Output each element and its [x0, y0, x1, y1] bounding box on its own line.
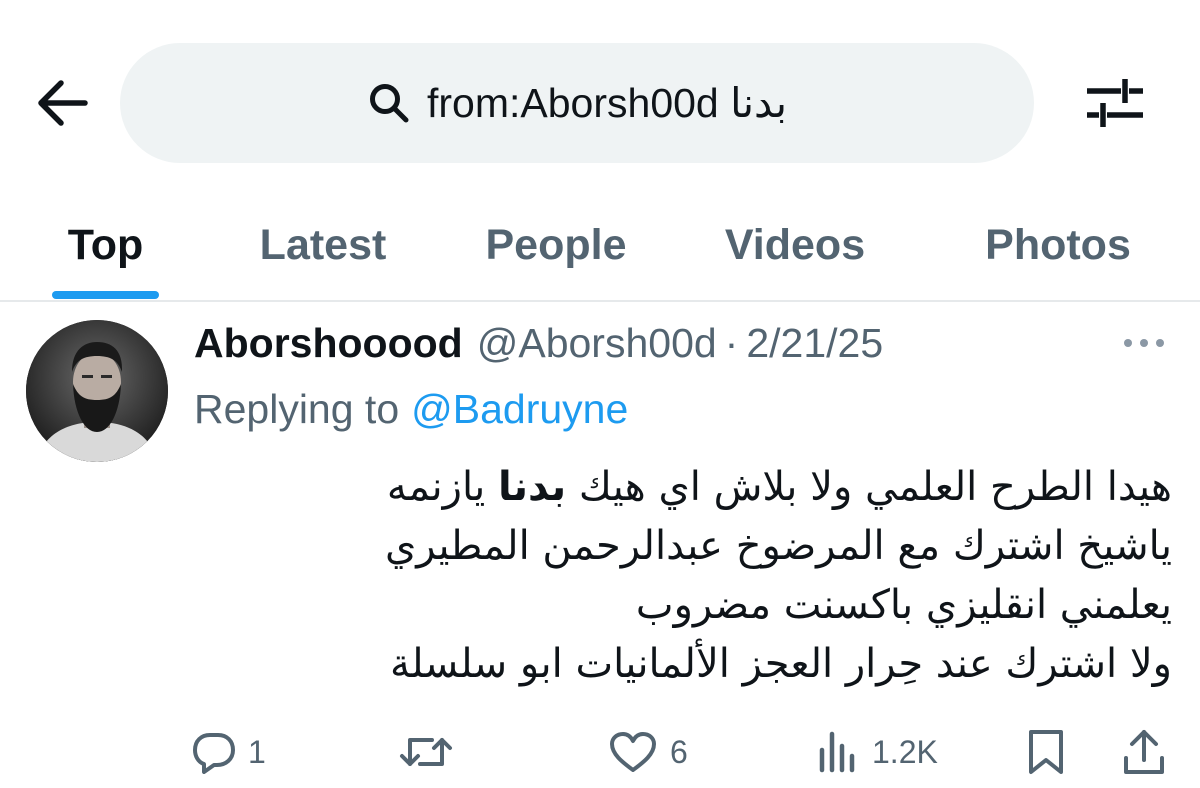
- tweet-text-highlight: بدنا: [497, 464, 567, 510]
- avatar[interactable]: [26, 320, 168, 462]
- views-button[interactable]: 1.2K: [816, 722, 938, 782]
- search-input[interactable]: from:Aborsh00d بدنا: [120, 43, 1034, 163]
- share-icon: [1122, 728, 1166, 776]
- separator-dot: ·: [724, 319, 739, 366]
- tweet-text-line: ياشيخ اشترك مع المرضوخ عبدالرحمن المطيري: [194, 517, 1172, 576]
- back-button[interactable]: [28, 70, 94, 136]
- bookmark-button[interactable]: [1026, 722, 1066, 782]
- tweet-header: Aborshooood @Aborsh00d · 2/21/25: [194, 318, 883, 368]
- tab-label: Videos: [724, 220, 866, 269]
- tweet-text-segment: يازنمه: [386, 464, 498, 510]
- tab-label: Photos: [985, 220, 1131, 269]
- tweet-text-segment: ياشيخ اشترك مع المرضوخ عبدالرحمن المطيري: [385, 523, 1172, 569]
- like-count: 6: [670, 733, 688, 770]
- tab-latest[interactable]: Latest: [240, 190, 406, 300]
- heart-icon: [608, 730, 658, 774]
- more-horizontal-icon: [1124, 339, 1164, 347]
- tabs-divider: [0, 300, 1200, 302]
- comment-icon: [192, 730, 236, 774]
- search-tabs: Top Latest People Videos Photos: [0, 190, 1200, 300]
- search-query-keyword: بدنا: [730, 80, 787, 126]
- more-options-button[interactable]: [1116, 325, 1172, 361]
- tweet-text-segment: هيدا الطرح العلمي ولا بلاش اي هيك: [566, 464, 1172, 510]
- search-query-handle: from:Aborsh00d: [427, 80, 719, 126]
- retweet-icon: [398, 730, 454, 774]
- author-handle[interactable]: @Aborsh00d: [477, 320, 717, 367]
- tab-photos[interactable]: Photos: [966, 190, 1150, 300]
- tab-top[interactable]: Top: [52, 190, 159, 300]
- tweet-text: هيدا الطرح العلمي ولا بلاش اي هيك بدنا ي…: [194, 458, 1172, 694]
- tab-label: Top: [67, 220, 144, 269]
- tweet-date[interactable]: 2/21/25: [746, 320, 883, 367]
- active-tab-indicator: [52, 291, 159, 299]
- bar-chart-icon: [816, 730, 860, 774]
- author-display-name[interactable]: Aborshooood: [194, 320, 463, 367]
- reply-prefix: Replying to: [194, 385, 400, 432]
- tweet-text-segment: ولا اشترك عند حِرار العجز الألمانيات ابو…: [389, 641, 1172, 687]
- tweet-text-line: هيدا الطرح العلمي ولا بلاش اي هيك بدنا ي…: [194, 458, 1172, 517]
- reply-handle-link[interactable]: @Badruyne: [411, 386, 628, 433]
- search-filter-button[interactable]: [1080, 72, 1150, 134]
- reply-count: 1: [248, 733, 266, 770]
- share-button[interactable]: [1122, 722, 1166, 782]
- bookmark-icon: [1026, 728, 1066, 776]
- search-query: from:Aborsh00d بدنا: [427, 79, 787, 127]
- retweet-button[interactable]: [398, 722, 466, 782]
- view-count: 1.2K: [872, 733, 938, 770]
- tweet-text-line: ولا اشترك عند حِرار العجز الألمانيات ابو…: [194, 635, 1172, 694]
- search-icon: [367, 81, 411, 125]
- tab-people[interactable]: People: [468, 190, 644, 300]
- replying-to: Replying to @Badruyne: [194, 384, 628, 434]
- tab-label: People: [485, 220, 627, 269]
- tweet-text-segment: يعلمني انقليزي باكسنت مضروب: [635, 582, 1172, 628]
- arrow-left-icon: [38, 80, 88, 126]
- sliders-icon: [1087, 79, 1143, 127]
- tweet-text-line: يعلمني انقليزي باكسنت مضروب: [194, 576, 1172, 635]
- like-button[interactable]: 6: [608, 722, 688, 782]
- reply-button[interactable]: 1: [192, 722, 266, 782]
- tab-videos[interactable]: Videos: [706, 190, 884, 300]
- tab-label: Latest: [259, 220, 387, 269]
